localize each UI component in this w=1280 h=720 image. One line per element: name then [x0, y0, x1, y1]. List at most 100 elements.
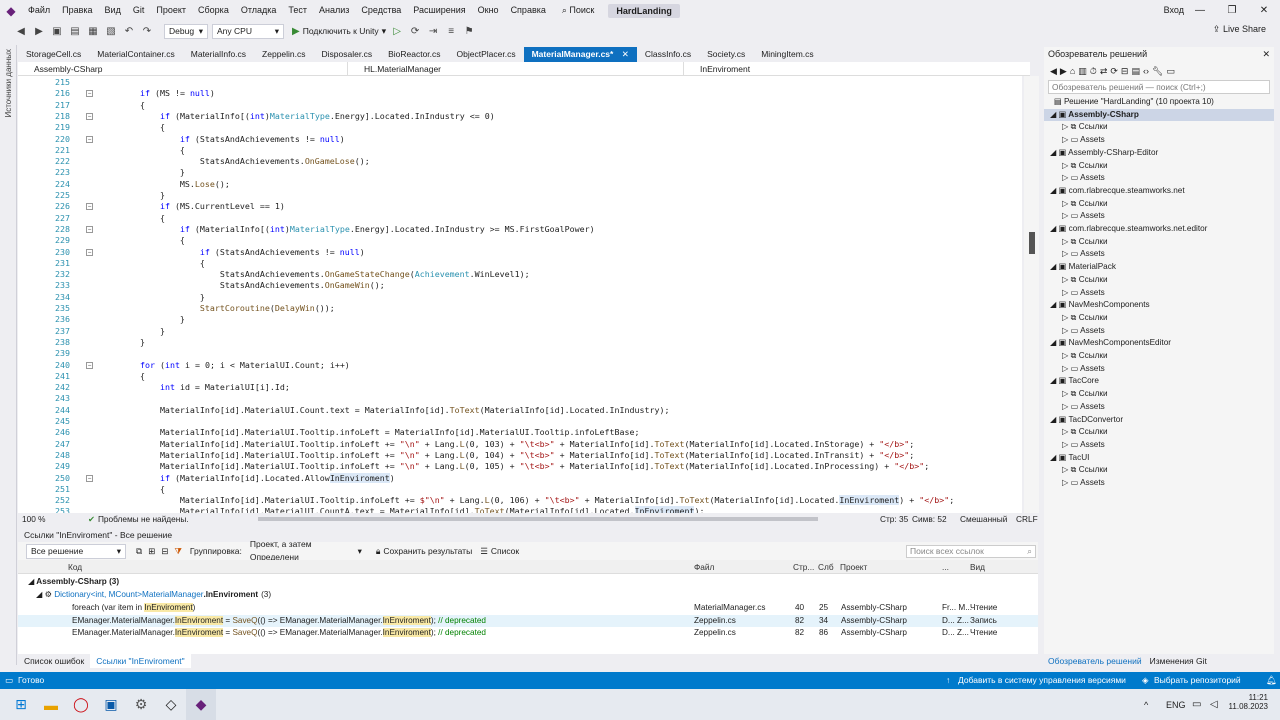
search-references-input[interactable]: Поиск всех ссылок ⌕ [906, 544, 1036, 558]
expand-icon[interactable]: ◢ [1050, 186, 1059, 195]
open-folder-icon[interactable]: ▤ [68, 24, 82, 38]
chevron-up-icon[interactable]: ^ [1144, 700, 1148, 710]
start-without-debug-icon[interactable]: ▷ [390, 24, 404, 38]
line-ending-indicator[interactable]: CRLF [1016, 514, 1038, 524]
minimize-button[interactable]: — [1184, 0, 1216, 21]
expand-icon[interactable]: ▷ [1062, 211, 1071, 220]
collapse-toggle-icon[interactable]: − [86, 361, 93, 369]
reference-row[interactable]: EManager.MaterialManager.InEnviroment = … [18, 614, 1038, 628]
assets-node[interactable]: ▷ ▭ Assets [1044, 363, 1274, 376]
close-window-button[interactable]: ✕ [1248, 0, 1280, 21]
menu-item[interactable]: Отладка [235, 0, 283, 21]
scope-select[interactable]: Все решение ▾ [26, 543, 126, 559]
menu-item[interactable]: Справка [505, 0, 552, 21]
solution-bottom-tab[interactable]: Изменения Git [1146, 654, 1211, 668]
code-editor[interactable]: 215 216− if (MS != null) 217 {218− if (Mat… [18, 76, 1022, 513]
expand-icon[interactable]: ◢ [1050, 376, 1059, 385]
hot-reload-icon[interactable]: ⟳ [408, 24, 422, 38]
grouping-select[interactable]: Проект, а затем Определени ▾ [246, 539, 366, 562]
scroll-thumb[interactable] [1029, 232, 1035, 254]
expand-icon[interactable]: ◢ [1050, 453, 1059, 462]
zoom-level[interactable]: 100 % [18, 514, 48, 524]
menu-item[interactable]: Git [127, 0, 151, 21]
expand-icon[interactable]: ◢ [1050, 415, 1059, 424]
expand-icon[interactable]: ◢ [1050, 338, 1059, 347]
assets-node[interactable]: ▷ ▭ Assets [1044, 325, 1274, 338]
document-tab[interactable]: Disposaler.cs [314, 47, 381, 62]
menu-item[interactable]: Анализ [313, 0, 355, 21]
expand-icon[interactable]: ▷ [1062, 275, 1071, 284]
expand-icon[interactable]: ▷ [1062, 122, 1071, 131]
project-node[interactable]: ◢ ▣ NavMeshComponents [1044, 299, 1274, 312]
column-header[interactable]: Код [68, 562, 82, 572]
expand-all-icon[interactable]: ⊞ [148, 546, 155, 557]
collapse-toggle-icon[interactable]: − [86, 474, 93, 482]
live-share-button[interactable]: ⇪ Live Share [1213, 24, 1266, 35]
bottom-tab[interactable]: Список ошибок [18, 654, 90, 668]
member-dropdown[interactable]: InEnviroment [684, 62, 1014, 76]
clock[interactable]: 11:21 11.08.2023 [1228, 693, 1268, 711]
speaker-icon[interactable]: ◁ [1210, 699, 1218, 710]
bottom-tab[interactable]: Ссылки "InEnviroment" [90, 654, 191, 668]
menu-item[interactable]: Файл [22, 0, 56, 21]
menu-item[interactable]: Правка [56, 0, 98, 21]
platform-select[interactable]: Any CPU ▾ [212, 23, 284, 39]
references-node[interactable]: ▷ ⧉ Ссылки [1044, 388, 1274, 401]
step-icon[interactable]: ⇥ [426, 24, 440, 38]
document-tab[interactable]: MaterialInfo.cs [183, 47, 254, 62]
horizontal-scroll-thumb[interactable] [258, 517, 818, 521]
expand-icon[interactable]: ▷ [1062, 465, 1071, 474]
attach-unity-button[interactable]: ▶ Подключить к Unity ▾ [292, 26, 386, 37]
column-header[interactable]: ... [942, 562, 949, 572]
indentation-indicator[interactable]: Смешанный [960, 514, 1007, 524]
new-item-icon[interactable]: ▣ [50, 24, 64, 38]
forward-icon[interactable]: ▶ [32, 24, 46, 38]
close-icon[interactable]: ✕ [619, 49, 629, 59]
project-node[interactable]: ◢ ▣ NavMeshComponentsEditor [1044, 337, 1274, 350]
menu-item[interactable]: Тест [282, 0, 313, 21]
collapse-all-icon[interactable]: ⊟ [161, 546, 168, 557]
references-node[interactable]: ▷ ⧉ Ссылки [1044, 312, 1274, 325]
file-explorer-icon[interactable]: ▬ [36, 689, 66, 720]
menu-item[interactable]: Вид [99, 0, 127, 21]
project-node[interactable]: ◢ ▣ TacCore [1044, 375, 1274, 388]
visual-studio-taskbar-icon[interactable]: ◆ [186, 689, 216, 720]
expand-icon[interactable]: ▷ [1062, 199, 1071, 208]
document-tab[interactable]: StorageCell.cs [18, 47, 89, 62]
search-menu[interactable]: ⌕ Поиск [556, 0, 601, 21]
solution-search-input[interactable]: Обозреватель решений — поиск (Ctrl+;) [1048, 80, 1270, 94]
assets-node[interactable]: ▷ ▭ Assets [1044, 477, 1274, 490]
close-icon[interactable]: ✕ [1262, 47, 1270, 62]
assets-node[interactable]: ▷ ▭ Assets [1044, 248, 1274, 261]
refresh-icon[interactable]: ⟳ [1110, 66, 1118, 77]
definition-row[interactable]: ◢ ⚙ Dictionary<int, MCount>MaterialManag… [18, 589, 1038, 602]
language-indicator[interactable]: ENG [1166, 700, 1186, 710]
expand-icon[interactable]: ▷ [1062, 313, 1071, 322]
document-tab[interactable]: BioReactor.cs [380, 47, 448, 62]
expand-icon[interactable]: ▷ [1062, 402, 1071, 411]
assets-node[interactable]: ▷ ▭ Assets [1044, 134, 1274, 147]
expand-icon[interactable]: ▷ [1062, 249, 1071, 258]
project-node[interactable]: ◢ ▣ Assembly-CSharp [1044, 108, 1274, 122]
expand-icon[interactable]: ◢ [1050, 300, 1059, 309]
opera-icon[interactable]: ◯ [66, 689, 96, 720]
notifications-icon[interactable]: 🔔︎ [1266, 672, 1277, 689]
document-tab[interactable]: ObjectPlacer.cs [449, 47, 524, 62]
expand-icon[interactable]: ◢ [1050, 148, 1059, 157]
expand-icon[interactable]: ▷ [1062, 427, 1071, 436]
solution-root[interactable]: ▤ Решение "HardLanding" (10 проекта 10) [1044, 96, 1274, 109]
collapse-toggle-icon[interactable]: − [86, 135, 93, 143]
references-node[interactable]: ▷ ⧉ Ссылки [1044, 160, 1274, 173]
document-tab[interactable]: ClassInfo.cs [637, 47, 699, 62]
project-node[interactable]: ◢ ▣ TacDConvertor [1044, 414, 1274, 427]
save-all-icon[interactable]: ▧ [104, 24, 118, 38]
project-node[interactable]: ◢ ▣ MaterialPack [1044, 261, 1274, 274]
assets-node[interactable]: ▷ ▭ Assets [1044, 439, 1274, 452]
unity-icon[interactable]: ◇ [156, 689, 186, 720]
expand-icon[interactable]: ▷ [1062, 389, 1071, 398]
copy-icon[interactable]: ⧉ [136, 546, 142, 557]
expand-icon[interactable]: ▷ [1062, 326, 1071, 335]
pending-changes-icon[interactable]: ⏱ [1090, 66, 1097, 77]
settings-gear-icon[interactable]: ⚙ [126, 689, 156, 720]
redo-icon[interactable]: ↷ [140, 24, 154, 38]
